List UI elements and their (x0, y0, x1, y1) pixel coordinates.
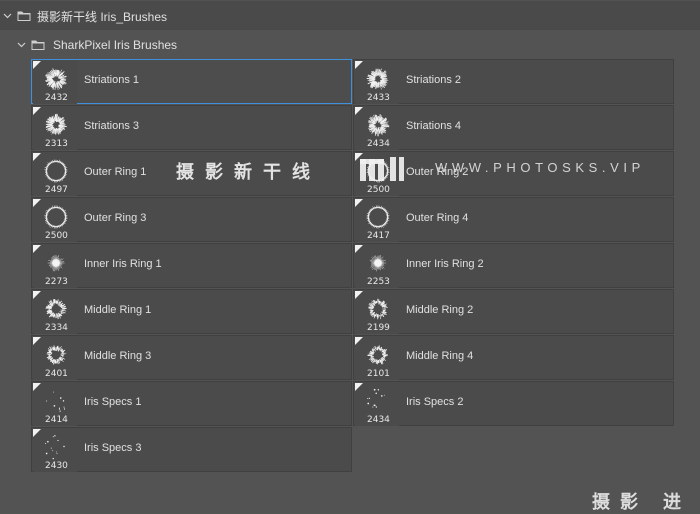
brush-name: Middle Ring 3 (84, 350, 151, 362)
brush-name: Outer Ring 4 (406, 212, 468, 224)
brush-tile[interactable]: 2433 Striations 2 (353, 59, 674, 104)
brush-preview-icon (361, 63, 395, 95)
brush-name: Striations 4 (406, 120, 461, 132)
brush-size: 2401 (45, 369, 68, 379)
brush-thumbnail: 2401 (33, 337, 77, 380)
watermark-fragment: 摄影 进 (592, 488, 691, 514)
brush-preview-icon (361, 385, 395, 417)
brush-name: Inner Iris Ring 2 (406, 258, 484, 270)
brush-preview-icon (361, 339, 395, 371)
brush-tile[interactable]: 2417 Outer Ring 4 (353, 197, 674, 242)
brush-thumbnail: 2497 (33, 153, 77, 196)
brush-group-header[interactable]: 摄影新干线 Iris_Brushes (0, 1, 700, 31)
brush-preview-icon (39, 385, 73, 417)
brush-size: 2199 (367, 323, 390, 333)
brush-preview-icon (39, 63, 73, 95)
brush-tile[interactable]: 2334 Middle Ring 1 (31, 289, 352, 334)
brush-name: Outer Ring 3 (84, 212, 146, 224)
brush-size: 2253 (367, 277, 390, 287)
brush-size: 2433 (367, 93, 390, 103)
brush-size: 2497 (45, 185, 68, 195)
chevron-down-icon[interactable] (1, 10, 13, 22)
folder-icon (31, 39, 45, 51)
brush-tile[interactable]: 2432 Striations 1 (31, 59, 352, 104)
brush-tile[interactable]: 2434 Iris Specs 2 (353, 381, 674, 426)
watermark-logo-icon (358, 155, 406, 185)
brush-size: 2430 (45, 461, 68, 471)
brush-size: 2414 (45, 415, 68, 425)
brush-preview-icon (39, 109, 73, 141)
brush-thumbnail: 2434 (355, 383, 399, 426)
brush-thumbnail: 2433 (355, 61, 399, 104)
brush-preview-icon (361, 109, 395, 141)
brush-thumbnail: 2313 (33, 107, 77, 150)
brush-name: Striations 3 (84, 120, 139, 132)
brush-preview-icon (361, 247, 395, 279)
brush-tile[interactable]: 2430 Iris Specs 3 (31, 427, 352, 472)
brush-thumbnail: 2273 (33, 245, 77, 288)
brush-name: Middle Ring 1 (84, 304, 151, 316)
subgroup-title: SharkPixel Iris Brushes (53, 38, 177, 52)
brush-thumbnail: 2432 (33, 61, 77, 104)
brush-preview-icon (361, 293, 395, 325)
chevron-down-icon[interactable] (15, 39, 27, 51)
brush-name: Iris Specs 1 (84, 396, 141, 408)
brush-thumbnail: 2434 (355, 107, 399, 150)
brush-tile[interactable]: 2253 Inner Iris Ring 2 (353, 243, 674, 288)
brush-size: 2313 (45, 139, 68, 149)
brush-thumbnail: 2101 (355, 337, 399, 380)
brush-subgroup-header[interactable]: SharkPixel Iris Brushes (0, 30, 700, 60)
watermark-text: 摄影新干线 (176, 158, 321, 184)
brush-tile[interactable]: 2434 Striations 4 (353, 105, 674, 150)
brush-thumbnail: 2430 (33, 429, 77, 472)
brush-preview-icon (39, 155, 73, 187)
brush-tile[interactable]: 2313 Striations 3 (31, 105, 352, 150)
brush-thumbnail: 2417 (355, 199, 399, 242)
brush-size: 2334 (45, 323, 68, 333)
brush-tile[interactable]: 2414 Iris Specs 1 (31, 381, 352, 426)
brush-preview-icon (39, 201, 73, 233)
brush-tile[interactable]: 2199 Middle Ring 2 (353, 289, 674, 334)
brush-name: Inner Iris Ring 1 (84, 258, 162, 270)
brush-tile[interactable]: 2101 Middle Ring 4 (353, 335, 674, 380)
brush-preview-icon (39, 293, 73, 325)
brush-preview-icon (39, 247, 73, 279)
brush-name: Middle Ring 2 (406, 304, 473, 316)
brush-size: 2500 (45, 231, 68, 241)
folder-icon (17, 10, 31, 22)
brush-preview-icon (39, 339, 73, 371)
brush-size: 2434 (367, 139, 390, 149)
watermark-url: WWW.PHOTOSKS.VIP (435, 160, 645, 175)
brush-preview-icon (39, 431, 73, 463)
brush-thumbnail: 2199 (355, 291, 399, 334)
group-title: 摄影新干线 Iris_Brushes (37, 8, 167, 25)
brush-size: 2101 (367, 369, 390, 379)
brush-name: Middle Ring 4 (406, 350, 473, 362)
brush-thumbnail: 2334 (33, 291, 77, 334)
brush-tile[interactable]: 2401 Middle Ring 3 (31, 335, 352, 380)
brush-size: 2432 (45, 93, 68, 103)
brush-tile[interactable]: 2500 Outer Ring 3 (31, 197, 352, 242)
brush-tile[interactable]: 2273 Inner Iris Ring 1 (31, 243, 352, 288)
brush-name: Iris Specs 2 (406, 396, 463, 408)
brush-size: 2417 (367, 231, 390, 241)
brush-thumbnail: 2253 (355, 245, 399, 288)
brush-size: 2434 (367, 415, 390, 425)
brush-name: Outer Ring 1 (84, 166, 146, 178)
brush-size: 2500 (367, 185, 390, 195)
brush-name: Striations 1 (84, 74, 139, 86)
brush-thumbnail: 2414 (33, 383, 77, 426)
brush-name: Iris Specs 3 (84, 442, 141, 454)
brush-preview-icon (361, 201, 395, 233)
brush-size: 2273 (45, 277, 68, 287)
brush-thumbnail: 2500 (33, 199, 77, 242)
brush-name: Striations 2 (406, 74, 461, 86)
